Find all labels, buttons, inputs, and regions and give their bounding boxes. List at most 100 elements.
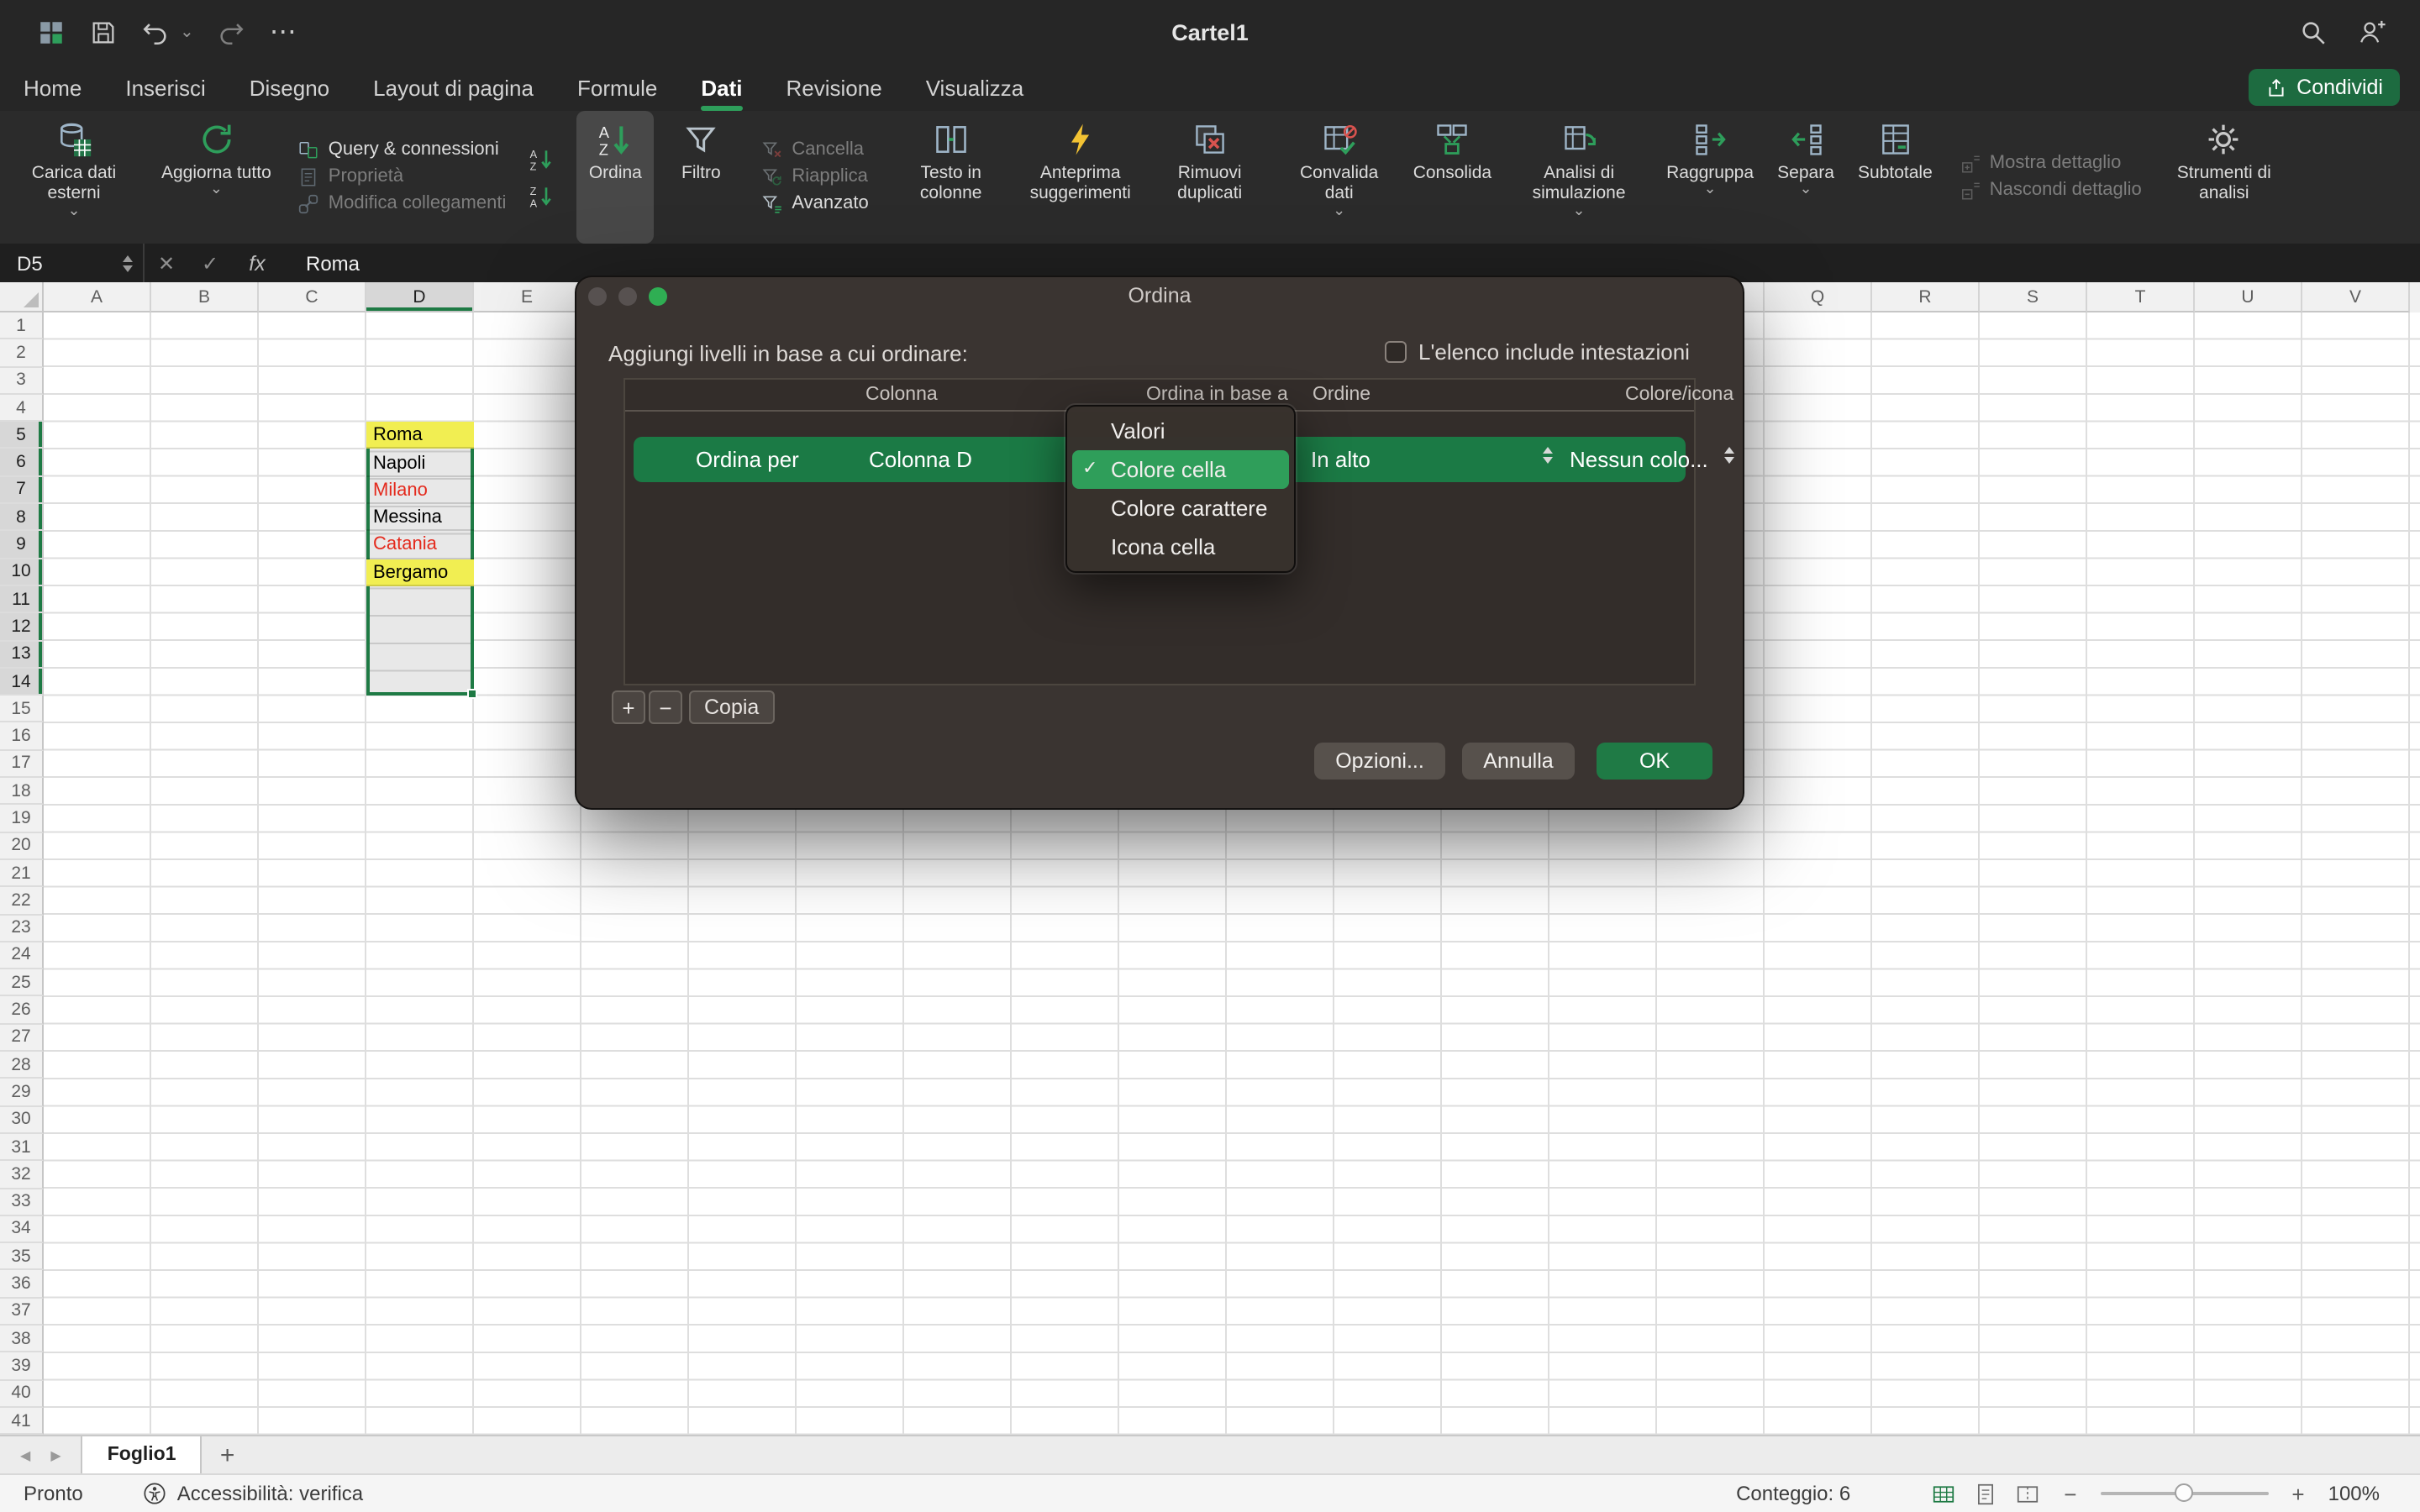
row-header-29[interactable]: 29 [0, 1079, 44, 1107]
row-header-15[interactable]: 15 [0, 696, 44, 723]
row-header-8[interactable]: 8 [0, 504, 44, 532]
row-header-7[interactable]: 7 [0, 477, 44, 505]
menu-item-icona-cella[interactable]: Icona cella [1067, 528, 1294, 566]
add-level-button[interactable]: + [612, 690, 645, 724]
order-select[interactable]: In alto [1311, 447, 1370, 472]
ribbon-tab-home[interactable]: Home [24, 64, 82, 111]
row-header-22[interactable]: 22 [0, 887, 44, 915]
row-header-36[interactable]: 36 [0, 1271, 44, 1299]
menu-item-colore-cella[interactable]: ✓Colore cella [1072, 450, 1289, 489]
ok-button[interactable]: OK [1597, 743, 1712, 780]
color-select[interactable]: Nessun colo... [1570, 447, 1714, 472]
row-header-33[interactable]: 33 [0, 1189, 44, 1216]
row-header-31[interactable]: 31 [0, 1134, 44, 1162]
column-header-Q[interactable]: Q [1765, 282, 1872, 312]
normal-view-icon[interactable] [1931, 1481, 1956, 1506]
ribbon-button-convalida-dati[interactable]: Convalida dati⌄ [1279, 111, 1400, 244]
row-header-5[interactable]: 5 [0, 422, 44, 449]
row-header-30[interactable]: 30 [0, 1106, 44, 1134]
row-header-24[interactable]: 24 [0, 942, 44, 970]
column-header-S[interactable]: S [1980, 282, 2087, 312]
cell-D6[interactable]: Napoli [366, 449, 474, 477]
zoom-level[interactable]: 100% [2328, 1482, 2380, 1505]
row-header-6[interactable]: 6 [0, 449, 44, 477]
ribbon-tab-layout-di-pagina[interactable]: Layout di pagina [373, 64, 534, 111]
page-break-view-icon[interactable] [2015, 1481, 2040, 1506]
sheet-tab-foglio1[interactable]: Foglio1 [82, 1436, 203, 1473]
menu-item-valori[interactable]: Valori [1067, 412, 1294, 450]
row-header-34[interactable]: 34 [0, 1216, 44, 1244]
color-select-stepper-icon[interactable] [1724, 447, 1734, 464]
share-button[interactable]: Condividi [2248, 69, 2400, 106]
row-header-41[interactable]: 41 [0, 1408, 44, 1435]
cell-D9[interactable]: Catania [366, 532, 474, 559]
ribbon-button-testo-in-colonne[interactable]: Testo in colonne [891, 111, 1012, 244]
row-header-19[interactable]: 19 [0, 806, 44, 833]
ribbon-tab-formule[interactable]: Formule [577, 64, 657, 111]
row-header-18[interactable]: 18 [0, 778, 44, 806]
select-all-corner[interactable] [0, 282, 44, 312]
ribbon-tab-inserisci[interactable]: Inserisci [125, 64, 205, 111]
ribbon-button-ordina-za[interactable]: ZA [528, 182, 555, 209]
column-header-A[interactable]: A [44, 282, 151, 312]
column-header-T[interactable]: T [2087, 282, 2195, 312]
zoom-out-icon[interactable]: − [2064, 1481, 2076, 1506]
accessibility-status[interactable]: Accessibilità: verifica [144, 1482, 363, 1505]
row-header-26[interactable]: 26 [0, 997, 44, 1025]
cell-D5[interactable]: Roma [366, 422, 474, 449]
redo-icon[interactable] [218, 18, 246, 46]
row-header-9[interactable]: 9 [0, 532, 44, 559]
row-header-3[interactable]: 3 [0, 367, 44, 395]
zoom-slider[interactable] [2100, 1492, 2268, 1495]
app-grid-icon[interactable] [37, 18, 66, 46]
ribbon-button-anteprima-suggerimenti[interactable]: Anteprima suggerimenti [1020, 111, 1141, 244]
column-header-U[interactable]: U [2195, 282, 2302, 312]
column-header-E[interactable]: E [474, 282, 581, 312]
row-header-21[interactable]: 21 [0, 860, 44, 888]
insert-function-icon[interactable]: fx [232, 251, 282, 275]
row-header-23[interactable]: 23 [0, 915, 44, 942]
ribbon-button-carica-dati-esterni[interactable]: Carica dati esterni⌄ [13, 111, 134, 244]
column-header-R[interactable]: R [1872, 282, 1980, 312]
ribbon-tab-visualizza[interactable]: Visualizza [926, 64, 1024, 111]
row-header-17[interactable]: 17 [0, 751, 44, 779]
cancel-entry-icon[interactable]: ✕ [145, 251, 188, 275]
row-header-10[interactable]: 10 [0, 559, 44, 586]
row-header-13[interactable]: 13 [0, 641, 44, 669]
zoom-in-icon[interactable]: + [2291, 1481, 2304, 1506]
undo-chevron-icon[interactable]: ⌄ [180, 23, 194, 41]
ribbon-button-strumenti-di-analisi[interactable]: Strumenti di analisi [2164, 111, 2285, 244]
cell-D8[interactable]: Messina [366, 504, 474, 532]
row-header-32[interactable]: 32 [0, 1161, 44, 1189]
row-header-1[interactable]: 1 [0, 312, 44, 340]
ribbon-tab-dati[interactable]: Dati [701, 64, 742, 111]
zoom-slider-knob[interactable] [2175, 1483, 2193, 1502]
column-select[interactable]: Colonna D [869, 447, 972, 472]
row-header-12[interactable]: 12 [0, 614, 44, 642]
save-icon[interactable] [89, 18, 118, 46]
ribbon-button-analisi-di-simulazione[interactable]: Analisi di simulazione⌄ [1518, 111, 1639, 244]
row-header-35[interactable]: 35 [0, 1243, 44, 1271]
ribbon-tab-disegno[interactable]: Disegno [250, 64, 329, 111]
ribbon-tab-revisione[interactable]: Revisione [786, 64, 882, 111]
checkbox-icon[interactable] [1385, 341, 1407, 363]
row-header-11[interactable]: 11 [0, 586, 44, 614]
ribbon-button-query-connessioni[interactable]: Query & connessioni [298, 139, 507, 161]
page-layout-view-icon[interactable] [1973, 1481, 1998, 1506]
ribbon-button-avanzato[interactable]: Avanzato [761, 193, 868, 215]
ribbon-button-aggiorna-tutto[interactable]: Aggiorna tutto⌄ [156, 111, 276, 244]
name-box-stepper-icon[interactable] [123, 255, 133, 271]
undo-icon[interactable] [141, 18, 170, 46]
row-header-14[interactable]: 14 [0, 669, 44, 696]
share-user-icon[interactable] [2358, 18, 2386, 46]
ribbon-button-filtro[interactable]: Filtro [662, 111, 739, 244]
ribbon-button-subtotale[interactable]: Subtotale [1853, 111, 1938, 244]
cancel-button[interactable]: Annulla [1462, 743, 1575, 780]
column-header-B[interactable]: B [151, 282, 259, 312]
copy-level-button[interactable]: Copia [689, 690, 774, 724]
row-header-39[interactable]: 39 [0, 1353, 44, 1381]
row-header-20[interactable]: 20 [0, 832, 44, 860]
fill-handle[interactable] [467, 689, 477, 699]
row-header-4[interactable]: 4 [0, 395, 44, 423]
column-header-V[interactable]: V [2302, 282, 2410, 312]
